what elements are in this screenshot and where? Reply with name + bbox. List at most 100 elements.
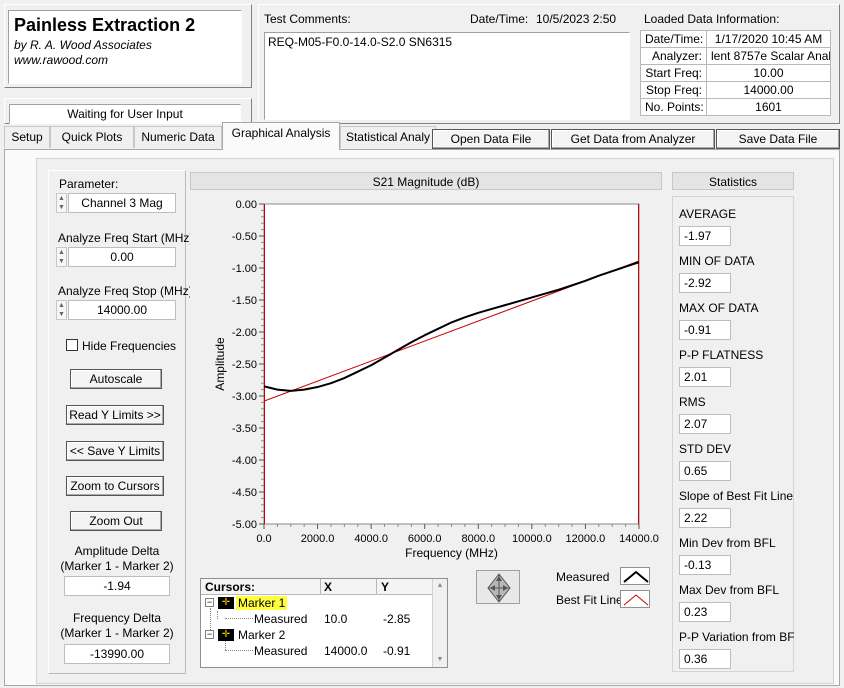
save-data-file-button[interactable]: Save Data File bbox=[716, 129, 840, 149]
loaded-title: Loaded Data Information: bbox=[644, 12, 780, 26]
tab-setup[interactable]: Setup bbox=[4, 126, 50, 148]
app-author: by R. A. Wood Associates bbox=[14, 38, 152, 52]
tree-line bbox=[217, 611, 218, 619]
stat-label: Max Dev from BFL bbox=[679, 583, 780, 597]
get-data-from-analyzer-button[interactable]: Get Data from Analyzer bbox=[551, 129, 715, 149]
header-divider bbox=[376, 579, 377, 595]
marker-1-y[interactable]: -2.85 bbox=[383, 612, 410, 626]
marker-2-x[interactable]: 14000.0 bbox=[324, 644, 367, 658]
save-y-limits-button[interactable]: << Save Y Limits bbox=[66, 441, 164, 461]
stat-value: 0.23 bbox=[679, 602, 731, 622]
cursors-scrollbar[interactable]: ▲ ▼ bbox=[432, 579, 447, 667]
loaded-row: Date/Time: 1/17/2020 10:45 AM bbox=[640, 30, 831, 48]
cursor-move-pad[interactable] bbox=[476, 570, 520, 604]
loaded-value: 1/17/2020 10:45 AM bbox=[706, 30, 831, 48]
y-tick-label: -3.50 bbox=[232, 423, 257, 435]
hide-frequencies-checkbox[interactable] bbox=[66, 339, 78, 351]
loaded-label: Start Freq: bbox=[640, 64, 707, 82]
scroll-up-icon[interactable]: ▲ bbox=[433, 579, 447, 593]
tab-statistical-analysis[interactable]: Statistical Analy bbox=[340, 126, 436, 148]
amplitude-delta-label: Amplitude Delta bbox=[74, 544, 160, 558]
stat-value: 2.01 bbox=[679, 367, 731, 387]
x-tick-label: 14000.0 bbox=[619, 533, 659, 545]
plot-area[interactable] bbox=[263, 203, 640, 525]
legend-measured-label: Measured bbox=[556, 570, 610, 584]
scroll-down-icon[interactable]: ▼ bbox=[433, 653, 447, 667]
analyze-start-label: Analyze Freq Start (MHz) bbox=[58, 231, 194, 245]
x-tick-label: 6000.0 bbox=[408, 533, 442, 545]
stat-value: -0.91 bbox=[679, 320, 731, 340]
tab-graphical-analysis[interactable]: Graphical Analysis bbox=[222, 122, 340, 150]
y-tick-label: -1.00 bbox=[232, 263, 257, 275]
loaded-row: No. Points: 1601 bbox=[640, 98, 831, 116]
zoom-to-cursors-button[interactable]: Zoom to Cursors bbox=[66, 476, 164, 496]
y-tick-label: -3.00 bbox=[232, 391, 257, 403]
cursor-move-icon[interactable] bbox=[477, 571, 521, 605]
frequency-delta-sublabel: (Marker 1 - Marker 2) bbox=[60, 626, 174, 640]
analyze-start-input[interactable]: 0.00 bbox=[68, 247, 176, 267]
y-tick-label: -4.50 bbox=[232, 487, 257, 499]
loaded-row: Start Freq: 10.00 bbox=[640, 64, 831, 82]
stat-label: AVERAGE bbox=[679, 207, 737, 221]
y-tick-label: -0.50 bbox=[232, 231, 257, 243]
app-website: www.rawood.com bbox=[14, 53, 109, 67]
loaded-value: lent 8757e Scalar Analy bbox=[706, 47, 831, 65]
stats-title: Statistics bbox=[708, 175, 757, 189]
x-tick-label: 2000.0 bbox=[301, 533, 335, 545]
zoom-out-button[interactable]: Zoom Out bbox=[70, 511, 162, 531]
x-tick-label: 8000.0 bbox=[461, 533, 495, 545]
stat-label: Slope of Best Fit Line bbox=[679, 489, 794, 503]
stat-value: 2.22 bbox=[679, 508, 731, 528]
legend-measured-swatch[interactable] bbox=[620, 567, 650, 585]
parameter-spinner[interactable]: ▲ ▼ bbox=[56, 193, 67, 213]
datetime-label: Date/Time: bbox=[470, 12, 529, 26]
tab-quick-plots[interactable]: Quick Plots bbox=[50, 126, 134, 148]
app-title: Painless Extraction 2 bbox=[14, 15, 196, 35]
marker-1-x[interactable]: 10.0 bbox=[324, 612, 347, 626]
legend-bfl-label: Best Fit Line bbox=[556, 593, 623, 607]
stop-spinner[interactable]: ▲ ▼ bbox=[56, 300, 67, 320]
tab-numeric-data[interactable]: Numeric Data bbox=[134, 126, 222, 148]
cursors-header-name: Cursors: bbox=[205, 580, 256, 594]
header-divider bbox=[320, 579, 321, 595]
amplitude-delta-value: -1.94 bbox=[64, 576, 170, 596]
analyze-stop-label: Analyze Freq Stop (MHz) bbox=[58, 284, 193, 298]
x-tick-label: 4000.0 bbox=[354, 533, 388, 545]
loaded-label: Stop Freq: bbox=[640, 81, 707, 99]
tab-label: Numeric Data bbox=[141, 130, 215, 144]
marker-2-y[interactable]: -0.91 bbox=[383, 644, 410, 658]
marker-1-sub: Measured bbox=[254, 612, 308, 626]
chart-svg[interactable]: 0.00 -0.50 -1.00 -1.50 -2.00 -2.50 -3.00 -3.50 -… bbox=[190, 190, 662, 566]
tab-label: Graphical Analysis bbox=[231, 126, 331, 140]
y-tick-label: -4.00 bbox=[232, 455, 257, 467]
stat-value: 2.07 bbox=[679, 414, 731, 434]
autoscale-button[interactable]: Autoscale bbox=[70, 369, 162, 389]
legend-bfl-swatch[interactable] bbox=[620, 590, 650, 608]
marker-1-name[interactable]: Marker 1 bbox=[236, 596, 288, 610]
comments-text: REQ-M05-F0.0-14.0-S2.0 SN6315 bbox=[268, 35, 453, 49]
stat-label: STD DEV bbox=[679, 442, 732, 456]
stat-value: 0.36 bbox=[679, 649, 731, 669]
loaded-row: Stop Freq: 14000.00 bbox=[640, 81, 831, 99]
collapse-icon[interactable]: − bbox=[205, 598, 214, 607]
loaded-label: Date/Time: bbox=[640, 30, 707, 48]
marker-2-name[interactable]: Marker 2 bbox=[238, 628, 285, 642]
loaded-value: 14000.00 bbox=[706, 81, 831, 99]
collapse-icon[interactable]: − bbox=[205, 630, 214, 639]
tree-line bbox=[225, 641, 226, 650]
parameter-selector[interactable]: Channel 3 Mag bbox=[68, 193, 176, 213]
read-y-limits-button[interactable]: Read Y Limits >> bbox=[66, 405, 164, 425]
hide-frequencies-label: Hide Frequencies bbox=[82, 339, 177, 353]
x-tick-label: 0.0 bbox=[256, 533, 271, 545]
stat-value: -1.97 bbox=[679, 226, 731, 246]
tab-label: Quick Plots bbox=[61, 130, 123, 144]
y-tick-label: 0.00 bbox=[236, 199, 257, 211]
stat-value: -0.13 bbox=[679, 555, 731, 575]
marker-1-icon: ✛ bbox=[218, 597, 234, 609]
open-data-file-button[interactable]: Open Data File bbox=[432, 129, 550, 149]
start-spinner[interactable]: ▲ ▼ bbox=[56, 247, 67, 267]
loaded-label: Analyzer: bbox=[640, 47, 707, 65]
analyze-stop-input[interactable]: 14000.00 bbox=[68, 300, 176, 320]
tab-label: Statistical Analy bbox=[345, 130, 431, 144]
y-axis-label: Amplitude bbox=[213, 337, 227, 391]
